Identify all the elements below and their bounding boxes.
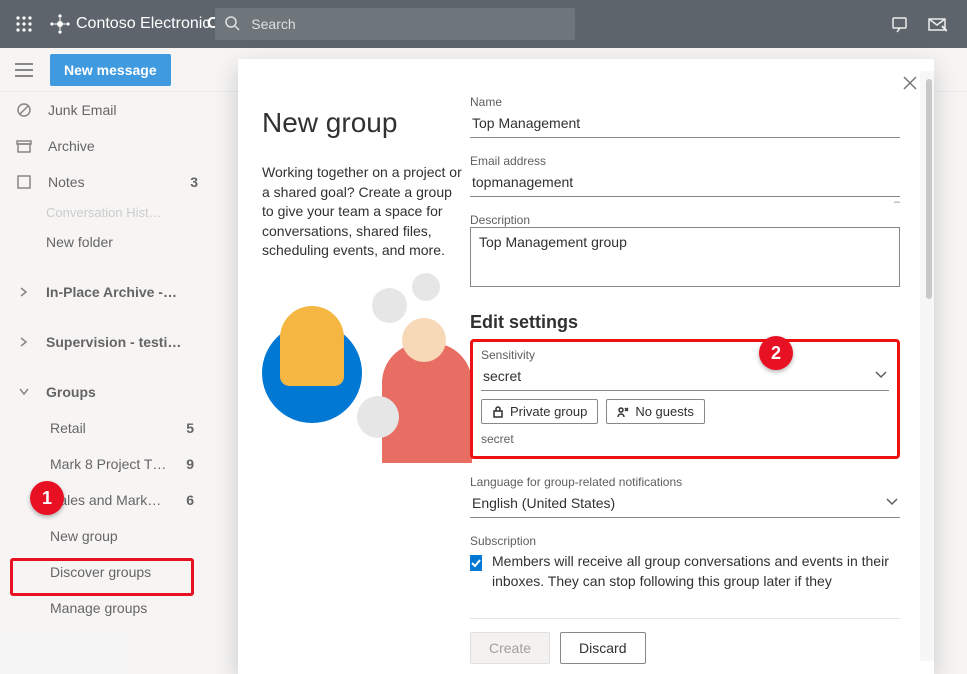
discard-button[interactable]: Discard (560, 632, 645, 664)
pill-label: Private group (510, 404, 587, 419)
sidebar-group-new[interactable]: New group (0, 518, 208, 554)
create-button[interactable]: Create (470, 632, 550, 664)
sidebar-label: Retail (50, 420, 172, 436)
sidebar-count: 5 (186, 420, 194, 436)
search-icon (223, 14, 241, 32)
sidebar-label: Manage groups (50, 600, 198, 616)
annotation-callout-1: 1 (30, 481, 64, 515)
chevron-down-icon (19, 387, 29, 397)
sidebar-section-supervision[interactable]: Supervision - testi… (0, 324, 208, 360)
sidebar-label: Notes (48, 174, 176, 190)
chat-icon[interactable] (891, 14, 911, 34)
sidebar-label: In-Place Archive -… (46, 284, 198, 300)
org-logo-icon (50, 14, 70, 34)
sidebar-section-groups[interactable]: Groups (0, 374, 208, 410)
subscription-label: Subscription (470, 534, 900, 548)
sidebar-item-conversation-history[interactable]: Conversation Hist… (0, 200, 208, 224)
mail-icon[interactable] (927, 14, 947, 34)
close-icon (902, 75, 918, 91)
chevron-down-icon (875, 369, 887, 381)
sidebar-label: Archive (48, 138, 198, 154)
sidebar-section-inplace[interactable]: In-Place Archive -… (0, 274, 208, 310)
lock-icon (492, 406, 504, 418)
sensitivity-section: Sensitivity secret Private group No gues… (470, 339, 900, 459)
description-label: Description (470, 213, 900, 227)
chevron-down-icon (886, 496, 898, 508)
sidebar-group-retail[interactable]: Retail 5 (0, 410, 208, 446)
email-label: Email address (470, 154, 900, 168)
new-group-dialog: New group Working together on a project … (238, 59, 934, 674)
sidebar-label: New group (50, 528, 198, 544)
sensitivity-value: secret (483, 368, 521, 384)
annotation-callout-2: 2 (759, 336, 793, 370)
guest-badge: No guests (606, 399, 705, 424)
sidebar-count: 9 (186, 456, 194, 472)
note-icon (16, 174, 34, 190)
sidebar-label: Conversation Hist… (46, 205, 198, 220)
sidebar-label: New folder (46, 234, 198, 250)
sensitivity-footer: secret (481, 432, 889, 446)
no-guests-icon (617, 406, 629, 418)
edit-settings-header: Edit settings (470, 312, 900, 333)
sidebar-label: Groups (46, 384, 198, 400)
brand-name: Contoso Electronics (76, 15, 211, 33)
search-input[interactable] (215, 8, 575, 40)
annotation-frame-1 (10, 558, 194, 596)
privacy-badge: Private group (481, 399, 598, 424)
dialog-title: New group (262, 107, 462, 139)
scrollbar[interactable] (920, 71, 934, 661)
new-message-button[interactable]: New message (50, 54, 171, 86)
chevron-right-icon (19, 337, 29, 347)
illustration (262, 288, 462, 468)
subscription-text: Members will receive all group conversat… (492, 552, 900, 592)
description-input[interactable] (470, 227, 900, 287)
sidebar-group-mark8[interactable]: Mark 8 Project T… 9 (0, 446, 208, 482)
sidebar-item-notes[interactable]: Notes 3 (0, 164, 208, 200)
name-label: Name (470, 95, 900, 109)
name-input[interactable] (470, 109, 900, 138)
sidebar-label: Sales and Mark… (50, 492, 172, 508)
chevron-right-icon (19, 287, 29, 297)
email-input[interactable]: topmanagement (472, 174, 573, 190)
blocked-icon (16, 102, 34, 118)
language-label: Language for group-related notifications (470, 475, 900, 489)
check-icon (470, 557, 482, 569)
sidebar-label: Supervision - testi… (46, 334, 198, 350)
sensitivity-select[interactable]: secret (481, 362, 889, 391)
sensitivity-label: Sensitivity (481, 348, 889, 362)
sidebar-label: Mark 8 Project T… (50, 456, 172, 472)
language-value: English (United States) (472, 495, 615, 511)
sidebar-item-junk[interactable]: Junk Email (0, 92, 208, 128)
sidebar-count: 3 (190, 174, 198, 190)
sidebar-label: Junk Email (48, 102, 198, 118)
sidebar-item-new-folder[interactable]: New folder (0, 224, 208, 260)
pill-label: No guests (635, 404, 694, 419)
menu-toggle[interactable] (10, 56, 38, 84)
sidebar-item-archive[interactable]: Archive (0, 128, 208, 164)
subscription-checkbox[interactable] (470, 555, 482, 571)
dialog-intro: Working together on a project or a share… (262, 163, 462, 258)
archive-icon (16, 138, 34, 154)
app-launcher[interactable] (8, 0, 40, 48)
sidebar-count: 6 (186, 492, 194, 508)
language-select[interactable]: English (United States) (470, 489, 900, 518)
